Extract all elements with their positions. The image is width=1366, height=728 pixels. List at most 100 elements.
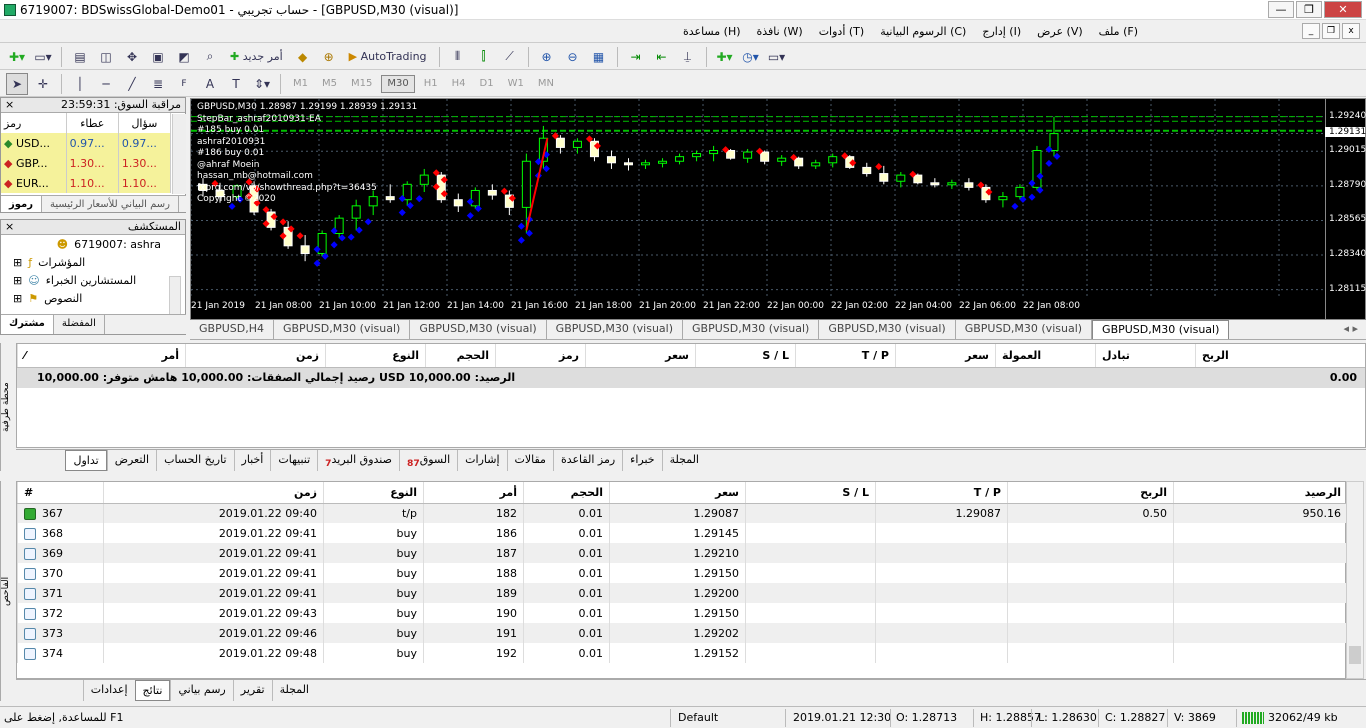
cursor-icon[interactable]: ➤ xyxy=(6,72,28,95)
periods-icon[interactable]: ◷▾ xyxy=(740,46,762,68)
market-icon[interactable]: ⊕ xyxy=(318,46,340,68)
chart-tab[interactable]: GBPUSD,M30 (visual) xyxy=(819,320,956,339)
timeframe-m30[interactable]: M30 xyxy=(381,74,415,93)
timeframe-d1[interactable]: D1 xyxy=(475,75,499,93)
terminal-icon[interactable]: ▣ xyxy=(147,46,169,68)
tab-alerts[interactable]: تنبيهات xyxy=(270,450,317,471)
bar-chart-icon[interactable]: ⫴ xyxy=(447,46,469,68)
menu-tools[interactable]: أدوات (T) xyxy=(811,25,873,38)
tab-journal[interactable]: المجلة xyxy=(661,450,706,471)
results-row[interactable]: 370 2019.01.22 09:41 buy 188 0.01 1.29150 xyxy=(17,563,1347,583)
tab-experts[interactable]: خبراء xyxy=(622,450,661,471)
text-icon[interactable]: A xyxy=(199,73,221,95)
col-type[interactable]: النوع xyxy=(325,344,425,367)
market-watch-close[interactable]: × xyxy=(5,98,14,112)
chart-tab[interactable]: GBPUSD,M30 (visual) xyxy=(274,320,411,339)
col-order[interactable]: ⁄ أمر xyxy=(17,344,185,367)
timeframe-m15[interactable]: M15 xyxy=(346,75,377,93)
menu-view[interactable]: عرض (V) xyxy=(1029,25,1091,38)
tab-settings[interactable]: إعدادات xyxy=(82,680,135,701)
tab-trade[interactable]: تداول xyxy=(65,450,107,471)
chart-tab-active[interactable]: GBPUSD,M30 (visual) xyxy=(1092,320,1230,339)
expand-icon[interactable]: ⊞ xyxy=(13,274,22,287)
status-profile[interactable]: Default xyxy=(678,711,718,724)
close-button[interactable]: ✕ xyxy=(1324,1,1362,18)
navigator-icon[interactable]: ✥ xyxy=(121,46,143,68)
tab-graph[interactable]: رسم بياني xyxy=(170,680,232,701)
tab-common[interactable]: مشترك xyxy=(1,315,54,334)
chart-tab[interactable]: GBPUSD,M30 (visual) xyxy=(956,320,1093,339)
col-symbol[interactable]: رمز xyxy=(1,113,67,133)
profiles-icon[interactable]: ▭▾ xyxy=(32,46,54,68)
scroll-thumb[interactable] xyxy=(1349,646,1361,664)
vertical-line-icon[interactable]: │ xyxy=(69,73,91,95)
tester-icon[interactable]: ◩ xyxy=(173,46,195,68)
fibonacci-icon[interactable]: F xyxy=(173,73,195,95)
new-chart-icon[interactable]: ✚▾ xyxy=(6,46,28,68)
zoom-in-icon[interactable]: ⊕ xyxy=(536,46,558,68)
timeframe-w1[interactable]: W1 xyxy=(503,75,529,93)
col-type[interactable]: النوع xyxy=(323,482,424,504)
new-order-button[interactable]: ✚ أمر جديد xyxy=(225,46,288,68)
market-row[interactable]: ◆ USD... 0.97... 0.97... xyxy=(1,133,172,153)
tab-account-history[interactable]: تاريخ الحساب xyxy=(156,450,233,471)
channel-icon[interactable]: ≣ xyxy=(147,73,169,95)
zoom-out-icon[interactable]: ⊖ xyxy=(562,46,584,68)
timeframe-h1[interactable]: H1 xyxy=(419,75,443,93)
col-bid[interactable]: عطاء xyxy=(66,113,119,133)
col-sl[interactable]: S / L xyxy=(745,482,876,504)
timeframe-h4[interactable]: H4 xyxy=(447,75,471,93)
col-price-current[interactable]: سعر xyxy=(895,344,995,367)
col-commission[interactable]: العمولة xyxy=(995,344,1095,367)
col-order[interactable]: أمر xyxy=(423,482,524,504)
results-row[interactable]: 373 2019.01.22 09:46 buy 191 0.01 1.29202 xyxy=(17,623,1347,643)
tab-symbols[interactable]: رموز xyxy=(1,196,42,212)
col-balance[interactable]: الرصيد xyxy=(1173,482,1347,504)
indicators-icon[interactable]: ✚▾ xyxy=(714,46,736,68)
volumes-icon[interactable]: ⍊ xyxy=(677,46,699,68)
templates-icon[interactable]: ▭▾ xyxy=(766,46,788,68)
results-row[interactable]: 369 2019.01.22 09:41 buy 187 0.01 1.29210 xyxy=(17,543,1347,563)
menu-help[interactable]: مساعدة (H) xyxy=(675,25,749,38)
nav-experts[interactable]: ⊞ ☺ المستشارين الخبراء xyxy=(1,271,185,289)
tab-articles[interactable]: مقالات xyxy=(506,450,553,471)
horizontal-line-icon[interactable]: ─ xyxy=(95,73,117,95)
menu-insert[interactable]: إدارج (I) xyxy=(974,25,1029,38)
candlestick-icon[interactable]: ⫿ xyxy=(473,46,495,68)
autotrading-button[interactable]: ▶ AutoTrading xyxy=(344,46,432,68)
price-chart[interactable]: GBPUSD,M30 1.28987 1.29199 1.28939 1.291… xyxy=(190,98,1366,320)
col-swap[interactable]: تبادل xyxy=(1095,344,1195,367)
tab-mailbox[interactable]: صندوق البريد7 xyxy=(317,450,399,471)
chart-shift-icon[interactable]: ⇤ xyxy=(651,46,673,68)
navigator-close[interactable]: × xyxy=(5,220,14,234)
maximize-button[interactable]: ❐ xyxy=(1296,1,1322,18)
arrows-icon[interactable]: ⇕▾ xyxy=(251,73,273,95)
timeframe-mn[interactable]: MN xyxy=(533,75,559,93)
timeframe-m5[interactable]: M5 xyxy=(317,75,342,93)
nav-scripts[interactable]: ⊞ ⚑ النصوص xyxy=(1,289,185,307)
results-row[interactable]: 374 2019.01.22 09:48 buy 192 0.01 1.29152 xyxy=(17,643,1347,663)
timeframe-m1[interactable]: M1 xyxy=(288,75,313,93)
col-symbol[interactable]: رمز xyxy=(495,344,585,367)
tab-signals[interactable]: إشارات xyxy=(457,450,506,471)
col-time[interactable]: زمن xyxy=(103,482,324,504)
results-row[interactable]: 372 2019.01.22 09:43 buy 190 0.01 1.29150 xyxy=(17,603,1347,623)
col-profit[interactable]: الربح xyxy=(1007,482,1174,504)
menu-file[interactable]: ملف (F) xyxy=(1091,25,1146,38)
col-price[interactable]: سعر xyxy=(585,344,695,367)
tab-results[interactable]: نتائج xyxy=(134,680,171,701)
tab-report[interactable]: تقرير xyxy=(232,680,272,701)
tab-market[interactable]: السوق87 xyxy=(398,450,457,471)
mdi-minimize-button[interactable]: _ xyxy=(1302,23,1320,39)
autoscroll-icon[interactable]: ⇥ xyxy=(625,46,647,68)
mdi-restore-button[interactable]: ❐ xyxy=(1322,23,1340,39)
tab-tester-journal[interactable]: المجلة xyxy=(271,680,316,701)
results-row[interactable]: 367 2019.01.22 09:40 t/p 182 0.01 1.29087 1.29… xyxy=(17,503,1347,523)
expand-icon[interactable]: ⊞ xyxy=(13,256,22,269)
balance-row[interactable]: رصيد إجمالي الصفقات: 10,000.00 هامش متوف… xyxy=(17,368,1365,388)
col-time[interactable]: زمن xyxy=(185,344,325,367)
tab-tick-chart[interactable]: رسم البياني للأسعار الرئيسية xyxy=(42,196,179,212)
navigator-scrollbar[interactable] xyxy=(169,276,181,316)
tab-favorites[interactable]: المفضلة xyxy=(54,315,105,334)
market-row[interactable]: ◆ EUR... 1.10... 1.10... xyxy=(1,173,172,193)
